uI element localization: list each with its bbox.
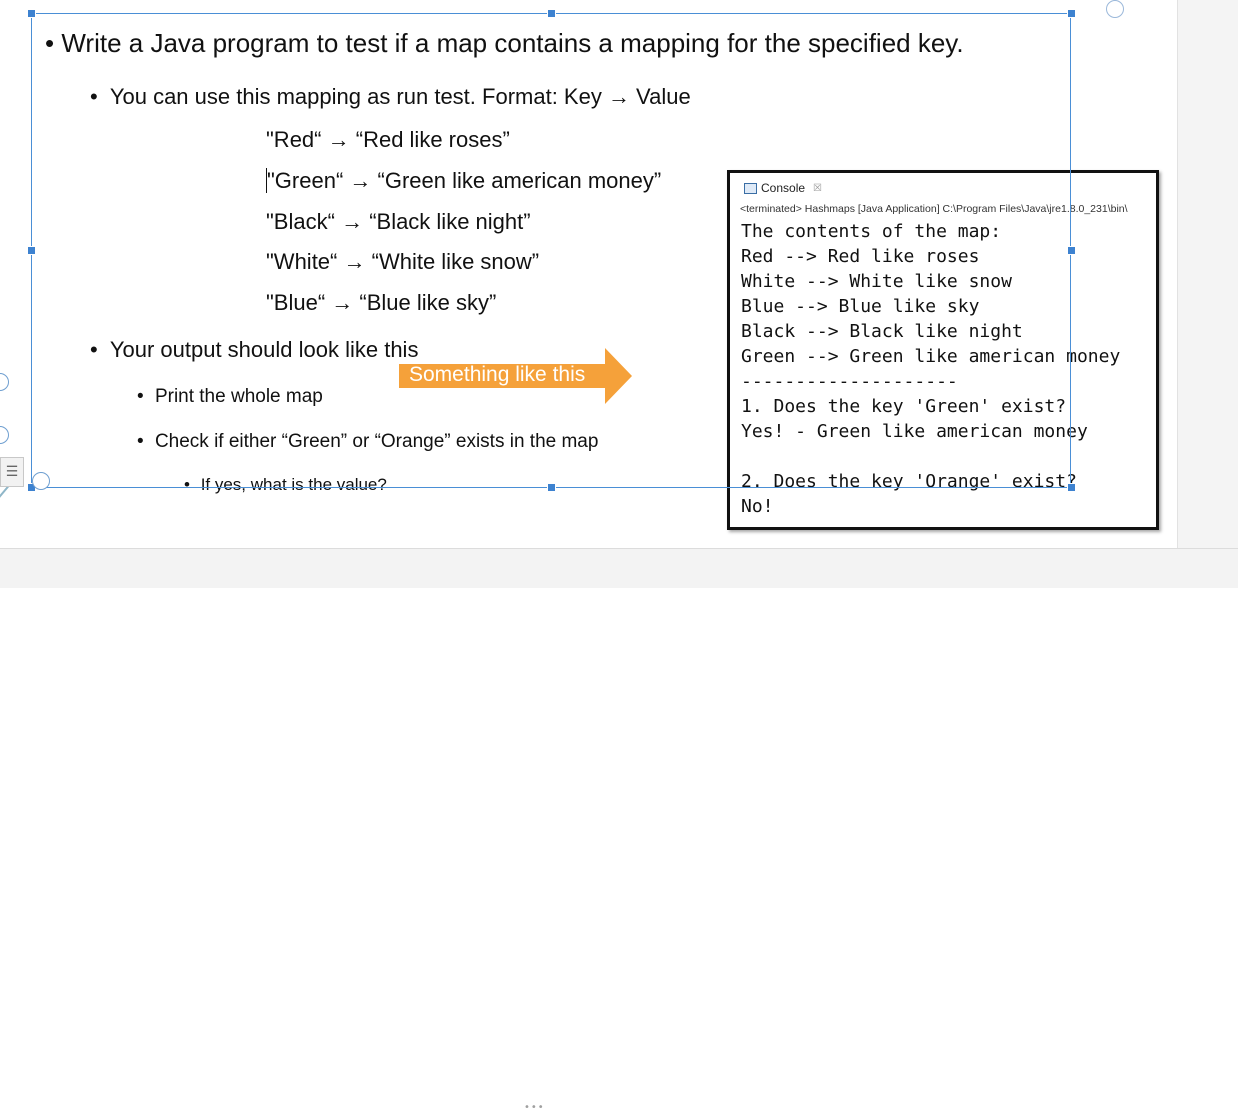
resize-handle-top-left[interactable] — [27, 9, 36, 18]
resize-handle-right[interactable] — [1067, 246, 1076, 255]
resize-grip-icon[interactable]: ••• — [524, 1102, 545, 1113]
layout-options-icon[interactable]: ☰ — [0, 457, 24, 487]
resize-handle-bottom-right[interactable] — [1067, 483, 1076, 492]
rotate-handle[interactable] — [1106, 0, 1124, 18]
resize-handle-top-right[interactable] — [1067, 9, 1076, 18]
bottom-status-bar: ••• — [0, 548, 1238, 1113]
resize-handle-top[interactable] — [547, 9, 556, 18]
connector-circle[interactable] — [32, 472, 50, 490]
selection-frame[interactable] — [31, 13, 1071, 488]
right-side-panel — [1177, 0, 1238, 548]
connector-circle[interactable] — [0, 373, 9, 391]
resize-handle-left[interactable] — [27, 246, 36, 255]
resize-handle-bottom[interactable] — [547, 483, 556, 492]
slide-canvas[interactable]: • Write a Java program to test if a map … — [0, 0, 1238, 548]
connector-circle[interactable] — [0, 426, 9, 444]
